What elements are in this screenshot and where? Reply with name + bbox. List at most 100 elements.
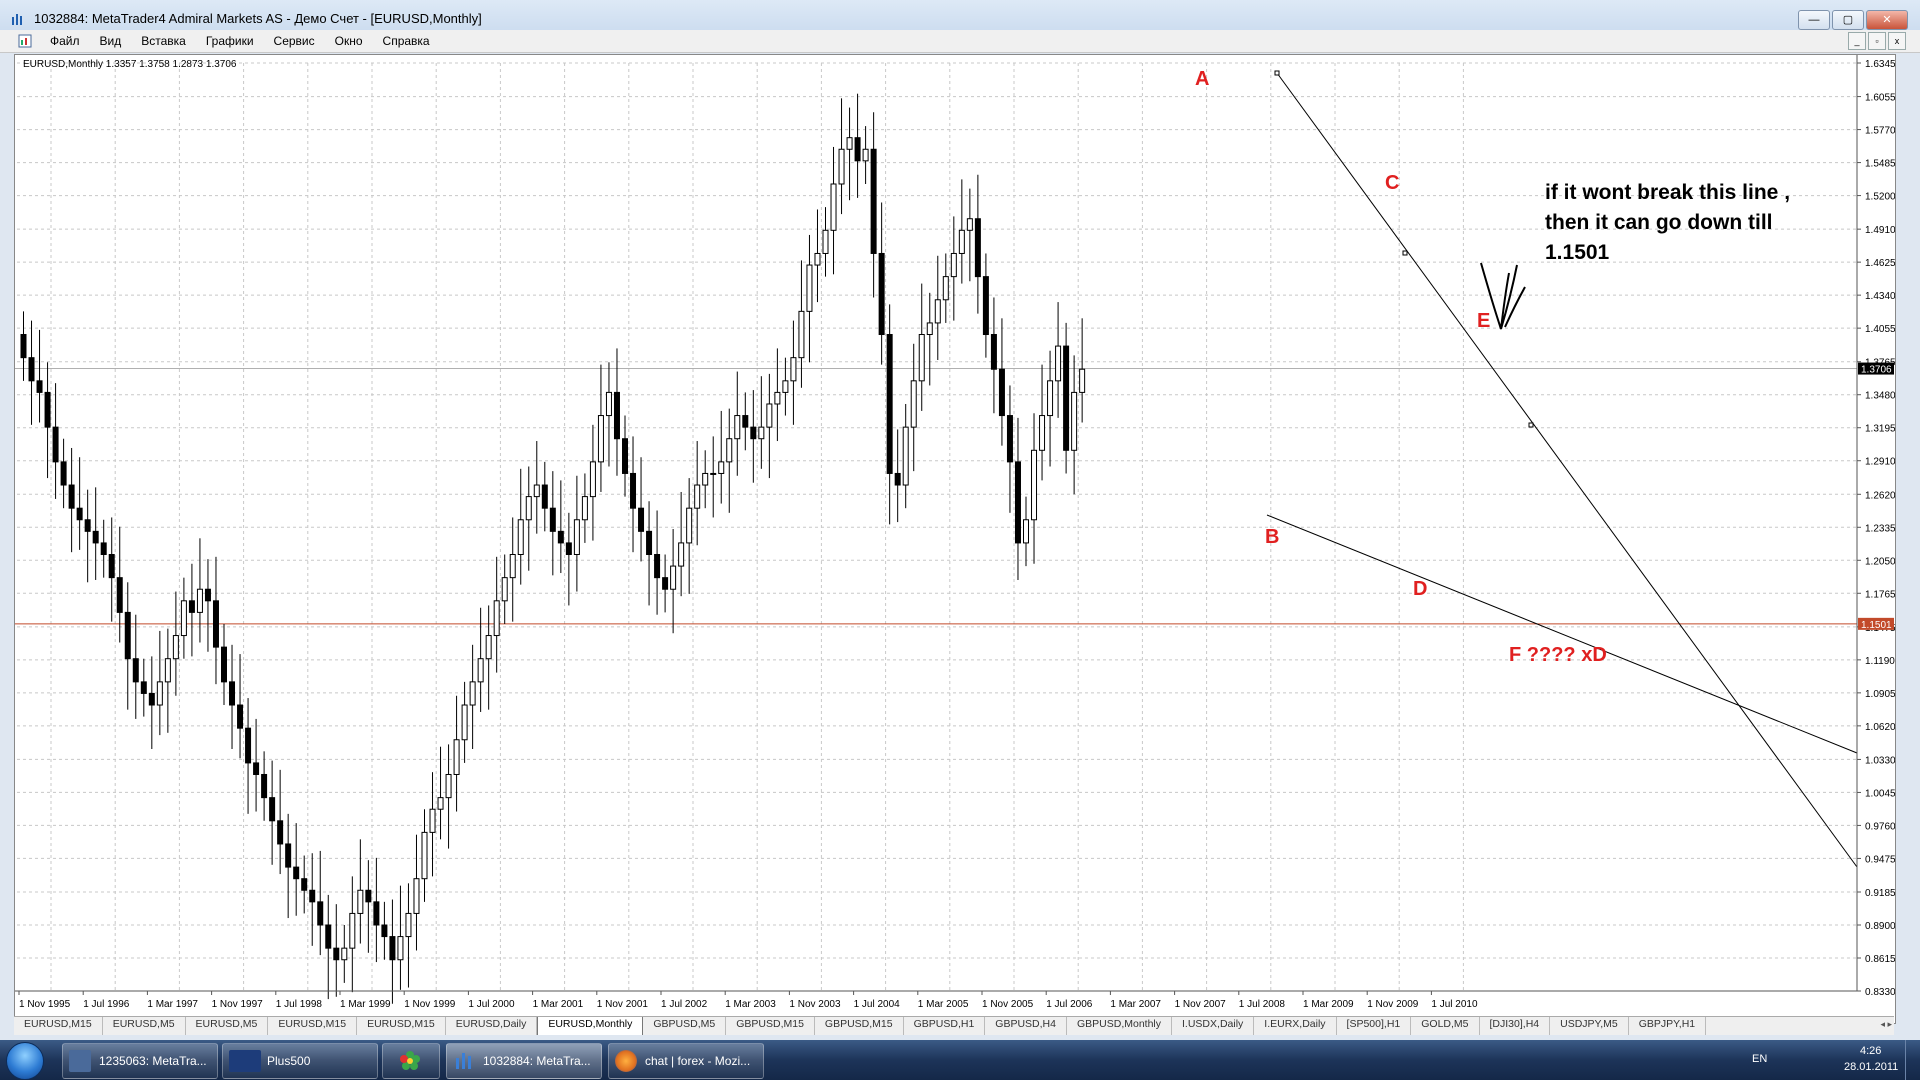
show-desktop-button[interactable]: [1905, 1040, 1920, 1080]
clock-date[interactable]: 28.01.2011: [1844, 1061, 1898, 1073]
candle-body: [798, 310, 805, 359]
tab-eurusd-m5[interactable]: EURUSD,M5: [103, 1017, 186, 1035]
candle-body: [196, 588, 203, 613]
candle-body: [774, 391, 781, 405]
tab-eurusd-daily[interactable]: EURUSD,Daily: [446, 1017, 538, 1035]
candle-body: [301, 878, 308, 891]
clock-time[interactable]: 4:26: [1860, 1045, 1881, 1057]
candle-body: [918, 334, 925, 382]
window-title: 1032884: MetaTrader4 Admiral Markets AS …: [34, 11, 482, 26]
candle-body: [325, 924, 332, 949]
tab-gbpusd-h1[interactable]: GBPUSD,H1: [904, 1017, 986, 1035]
chart-close-button[interactable]: x: [1888, 32, 1906, 50]
candle-body: [958, 229, 965, 254]
candle-body: [68, 484, 75, 509]
price-label: 0.8900: [1865, 921, 1895, 932]
tab-gbpjpy-h1[interactable]: GBPJPY,H1: [1629, 1017, 1707, 1035]
candle-body: [140, 681, 147, 694]
tab-i-eurx-daily[interactable]: I.EURX,Daily: [1254, 1017, 1337, 1035]
minimize-button[interactable]: —: [1798, 10, 1830, 30]
maximize-button[interactable]: ▢: [1832, 10, 1864, 30]
tab-eurusd-m15[interactable]: EURUSD,M15: [357, 1017, 446, 1035]
chart-minimize-button[interactable]: _: [1848, 32, 1866, 50]
menu-view[interactable]: Вид: [90, 34, 132, 48]
candle-body: [397, 936, 404, 961]
candle-body: [870, 148, 877, 254]
chart-window[interactable]: A B C D E F ???? xD if it wont break this line…: [14, 54, 1896, 1024]
menu-file[interactable]: Файл: [40, 34, 90, 48]
menu-window[interactable]: Окно: [325, 34, 373, 48]
taskbar-item-metatrader-2[interactable]: 1032884: MetaTra...: [446, 1043, 602, 1079]
candle-body: [485, 635, 492, 660]
taskbar-item-metatrader-1[interactable]: 1235063: MetaTra...: [62, 1043, 218, 1079]
candle-body: [1055, 345, 1062, 382]
windows-taskbar: 1235063: MetaTra... Plus500 1032884: Met…: [0, 1040, 1920, 1080]
date-label: 1 Nov 1997: [212, 999, 264, 1010]
candle-body: [702, 472, 709, 486]
candle-body: [565, 542, 572, 555]
candle-body: [221, 646, 227, 683]
candle-body: [309, 889, 316, 903]
tab-scroll-arrows[interactable]: ◂ ▸: [1880, 1019, 1892, 1030]
price-label: 1.4625: [1865, 258, 1895, 269]
date-label: 1 Jul 2008: [1239, 999, 1286, 1010]
candle-body: [1079, 368, 1086, 393]
candle-body: [678, 542, 685, 567]
candle-body: [413, 878, 420, 914]
tab-eurusd-m15[interactable]: EURUSD,M15: [14, 1017, 103, 1035]
chart-restore-button[interactable]: ▫: [1868, 32, 1886, 50]
candle-body: [269, 797, 276, 822]
candle-body: [188, 600, 195, 613]
tab-usdjpy-m5[interactable]: USDJPY,M5: [1550, 1017, 1629, 1035]
taskbar-item-icq[interactable]: [382, 1043, 440, 1079]
price-chart[interactable]: A B C D E F ???? xD if it wont break this line…: [15, 55, 1895, 1015]
tab-gbpusd-m15[interactable]: GBPUSD,M15: [726, 1017, 815, 1035]
tab-eurusd-m5[interactable]: EURUSD,M5: [186, 1017, 269, 1035]
tab--sp500-h1[interactable]: [SP500],H1: [1337, 1017, 1412, 1035]
candle-body: [758, 426, 765, 440]
tab-gold-m5[interactable]: GOLD,M5: [1411, 1017, 1480, 1035]
tab-gbpusd-h4[interactable]: GBPUSD,H4: [985, 1017, 1067, 1035]
candle-body: [838, 148, 845, 185]
tab--dji30-h4[interactable]: [DJI30],H4: [1480, 1017, 1551, 1035]
menu-help[interactable]: Справка: [373, 34, 440, 48]
candle-body: [108, 553, 115, 579]
taskbar-item-firefox[interactable]: chat | forex - Mozi...: [608, 1043, 764, 1079]
candle-body: [806, 264, 813, 312]
language-indicator[interactable]: EN: [1752, 1053, 1767, 1065]
tab-eurusd-monthly[interactable]: EURUSD,Monthly: [537, 1017, 644, 1035]
candle-body: [437, 797, 444, 810]
price-label: 1.2335: [1865, 523, 1895, 534]
candle-body: [894, 472, 901, 486]
close-button[interactable]: ✕: [1866, 10, 1908, 30]
price-label: 0.9185: [1865, 888, 1895, 899]
candle-body: [742, 415, 749, 428]
price-label: 1.1190: [1865, 656, 1895, 667]
start-button[interactable]: [6, 1042, 44, 1080]
menu-tools[interactable]: Сервис: [264, 34, 325, 48]
tab-eurusd-m15[interactable]: EURUSD,M15: [268, 1017, 358, 1035]
candle-body: [830, 183, 837, 231]
candle-body: [597, 415, 604, 463]
candle-body: [782, 380, 789, 393]
date-label: 1 Mar 2005: [918, 999, 969, 1010]
trendline-anchor: [1402, 250, 1408, 256]
candle-body: [886, 334, 893, 474]
candle-body: [261, 773, 268, 799]
wave-label-a: A: [1195, 68, 1209, 90]
menu-charts[interactable]: Графики: [196, 34, 264, 48]
tab-i-usdx-daily[interactable]: I.USDX,Daily: [1172, 1017, 1255, 1035]
tab-gbpusd-monthly[interactable]: GBPUSD,Monthly: [1067, 1017, 1173, 1035]
menu-insert[interactable]: Вставка: [131, 34, 196, 48]
date-label: 1 Jul 2004: [854, 999, 901, 1010]
candle-body: [293, 866, 300, 880]
tab-gbpusd-m5[interactable]: GBPUSD,M5: [643, 1017, 727, 1035]
taskbar-item-plus500[interactable]: Plus500: [222, 1043, 378, 1079]
date-label: 1 Jul 2000: [468, 999, 515, 1010]
price-label: 0.9475: [1865, 854, 1895, 865]
price-label: 1.5485: [1865, 159, 1895, 170]
candle-body: [910, 380, 917, 428]
tab-gbpusd-m15[interactable]: GBPUSD,M15: [815, 1017, 904, 1035]
candle-body: [1063, 345, 1070, 451]
candle-body: [854, 137, 861, 162]
